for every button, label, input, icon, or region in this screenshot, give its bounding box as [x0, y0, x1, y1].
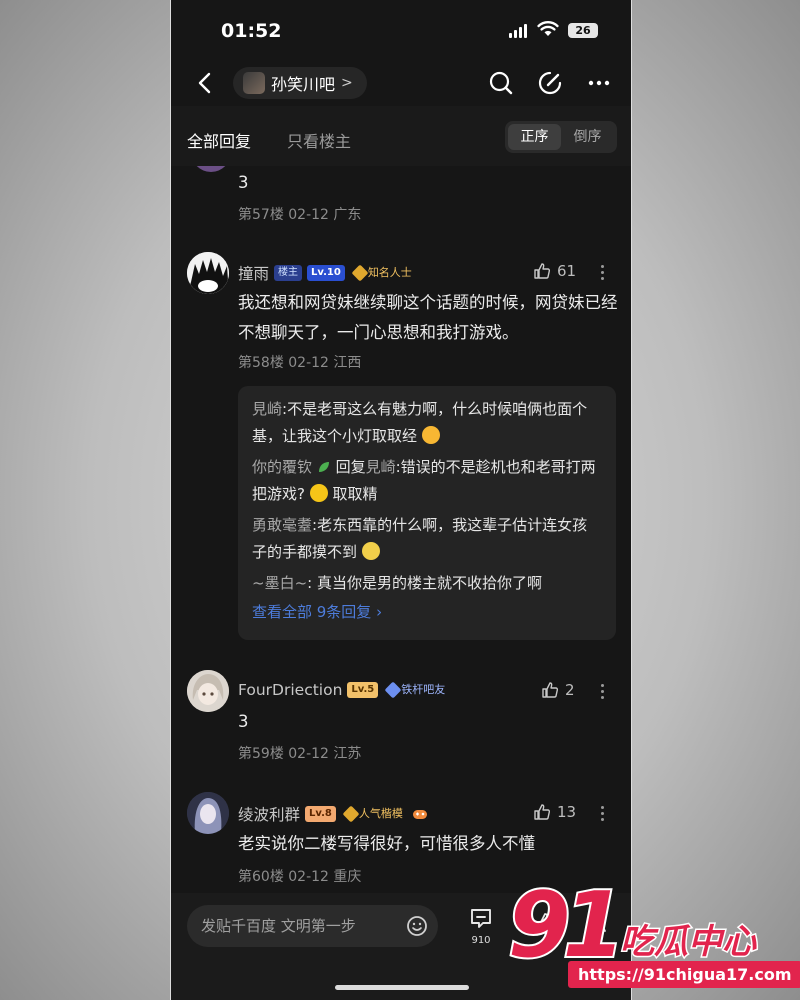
title-badge: 铁杆吧友 — [383, 681, 449, 699]
user-row: 绫波利群 Lv.8 人气楷模 — [238, 803, 428, 825]
reply-word: 回复 — [335, 458, 366, 476]
view-all-replies-link[interactable]: 查看全部 9条回复 › — [252, 601, 602, 622]
tab-row: 全部回复 只看楼主 正序 倒序 — [171, 106, 631, 166]
avatar-image — [187, 252, 229, 294]
search-icon[interactable] — [487, 69, 515, 97]
chevron-right-icon: > — [341, 75, 353, 91]
home-indicator — [335, 985, 469, 990]
reply-target[interactable]: 見崎 — [366, 458, 396, 476]
post-meta: 第60楼 02-12 重庆 — [238, 869, 362, 885]
post-text: 3 — [238, 173, 249, 192]
post-text: 3 — [238, 712, 249, 731]
reply-author[interactable]: 你的覆钦 — [252, 458, 312, 476]
post-text: 我还想和网贷妹继续聊这个话题的时候，网贷妹已经不想聊天了，一门心思想和我打游戏。 — [238, 293, 618, 342]
gamepad-icon — [412, 810, 427, 819]
back-icon[interactable] — [191, 68, 221, 98]
username[interactable]: FourDriection — [238, 681, 342, 699]
watermark: 91 吃瓜中心 https://91chigua17.com — [506, 874, 800, 996]
watermark-url: https://91chigua17.com — [568, 961, 800, 988]
watermark-brand: 吃瓜中心 — [619, 921, 758, 964]
sub-reply[interactable]: 見崎:不是老哥这么有魅力啊，什么时候咱俩也面个基，让我这个小灯取取经 — [252, 396, 602, 450]
post-text: 老实说你二楼写得很好，可惜很多人不懂 — [238, 834, 535, 853]
avatar[interactable] — [187, 792, 229, 834]
like-icon — [542, 682, 559, 698]
reply-list: 3 第57楼 02-12 广东 撞雨 楼主 Lv.10 知名人士 61 我还想和… — [171, 166, 631, 893]
reply-author[interactable]: ~墨白~ — [252, 574, 307, 592]
status-time: 01:52 — [221, 20, 282, 42]
gem-icon — [384, 681, 402, 699]
tab-host-only[interactable]: 只看楼主 — [287, 128, 351, 152]
forum-name: 孙笑川吧 — [271, 75, 336, 94]
post-meta: 第59楼 02-12 江苏 — [238, 746, 362, 762]
sub-reply[interactable]: ~墨白~: 真当你是男的楼主就不收拾你了啊 — [252, 570, 602, 597]
like-button[interactable]: 13 — [533, 803, 576, 821]
reply-text: : 真当你是男的楼主就不收拾你了啊 — [307, 574, 542, 592]
avatar[interactable] — [187, 252, 229, 294]
user-row: FourDriection Lv.5 铁杆吧友 — [238, 681, 449, 699]
sort-desc-button[interactable]: 倒序 — [561, 124, 614, 150]
like-count: 13 — [557, 803, 577, 821]
emoji-icon[interactable] — [406, 915, 428, 937]
sort-toggle: 正序 倒序 — [505, 121, 617, 153]
tongue-emoji-icon — [421, 426, 440, 444]
reply-author[interactable]: 見崎 — [252, 400, 282, 418]
title-badge: 人气楷模 — [341, 805, 407, 823]
username[interactable]: 绫波利群 — [238, 803, 300, 825]
post-meta: 第58楼 02-12 江西 — [238, 355, 362, 371]
level-badge: Lv.8 — [305, 806, 336, 822]
gem-icon — [351, 264, 369, 282]
username[interactable]: 撞雨 — [238, 262, 269, 284]
level-badge: Lv.10 — [307, 265, 345, 281]
sort-asc-button[interactable]: 正序 — [508, 124, 561, 150]
title-text: 人气楷模 — [358, 807, 403, 820]
reply-input-pill[interactable] — [187, 905, 438, 947]
sub-replies[interactable]: 見崎:不是老哥这么有魅力啊，什么时候咱俩也面个基，让我这个小灯取取经 你的覆钦 … — [238, 386, 616, 640]
signal-icon — [509, 24, 527, 38]
level-badge: Lv.5 — [347, 682, 379, 698]
avatar[interactable] — [191, 166, 231, 172]
edit-icon[interactable] — [536, 69, 564, 97]
pensive-emoji-icon — [361, 542, 380, 560]
reply-input[interactable] — [201, 905, 391, 947]
forum-pill[interactable]: 孙笑川吧 > — [233, 67, 367, 99]
status-bar: 01:52 26 — [171, 0, 631, 60]
nav-bar: 孙笑川吧 > — [171, 60, 631, 106]
like-icon — [534, 804, 551, 820]
avatar-image — [187, 670, 229, 712]
gem-icon — [342, 805, 360, 823]
user-row: 撞雨 楼主 Lv.10 知名人士 — [238, 262, 416, 284]
title-badge: 知名人士 — [350, 264, 416, 282]
leaf-icon — [318, 462, 329, 472]
sub-reply[interactable]: 勇敢毫耋:老东西靠的什么啊，我这辈子估计连女孩子的手都摸不到 — [252, 512, 602, 566]
like-count: 2 — [565, 681, 575, 699]
post-meta: 第57楼 02-12 广东 — [238, 207, 362, 223]
reply-text: :不是老哥这么有魅力啊，什么时候咱俩也面个基，让我这个小灯取取经 — [252, 400, 588, 445]
host-badge: 楼主 — [274, 265, 303, 281]
forum-avatar — [243, 72, 265, 94]
comment-icon — [471, 909, 491, 928]
hug-emoji-icon — [309, 484, 328, 502]
like-icon — [534, 263, 551, 279]
more-options-icon[interactable] — [599, 684, 605, 699]
more-options-icon[interactable] — [599, 806, 605, 821]
like-button[interactable]: 61 — [533, 262, 576, 280]
reply-suffix: 取取精 — [332, 485, 378, 503]
tab-all-replies[interactable]: 全部回复 — [187, 128, 251, 152]
like-button[interactable]: 2 — [541, 681, 575, 699]
like-count: 61 — [557, 262, 577, 280]
more-options-icon[interactable] — [599, 265, 605, 280]
comment-button[interactable]: 910 — [467, 907, 495, 946]
title-text: 知名人士 — [367, 266, 412, 279]
title-text: 铁杆吧友 — [401, 683, 446, 696]
wifi-icon — [537, 21, 559, 36]
avatar[interactable] — [187, 670, 229, 712]
avatar-image — [187, 792, 229, 834]
battery-indicator: 26 — [568, 23, 598, 38]
more-icon[interactable] — [585, 69, 613, 97]
comment-count: 910 — [471, 935, 491, 946]
reply-author[interactable]: 勇敢毫耋 — [252, 516, 312, 534]
phone-screen: 01:52 26 孙笑川吧 > 全部回复 只看楼主 正序 倒序 3 第57楼 0… — [170, 0, 632, 1000]
sub-reply[interactable]: 你的覆钦 回复見崎:错误的不是趁机也和老哥打两把游戏? 取取精 — [252, 454, 602, 508]
